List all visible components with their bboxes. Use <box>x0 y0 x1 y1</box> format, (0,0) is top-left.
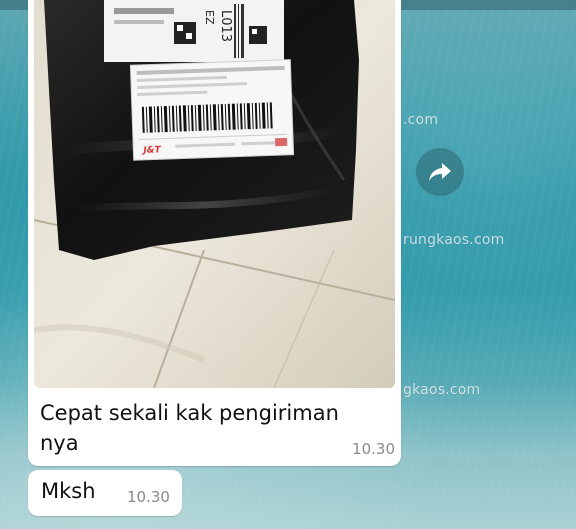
forward-share-icon <box>429 163 451 181</box>
image-message-bubble[interactable]: L013 EZ J&T Cepat sekali kak pengiriman … <box>28 0 401 466</box>
watermark-text: rungkaos.com <box>403 232 505 248</box>
watermark-text: gkaos.com <box>403 382 481 398</box>
package-photo[interactable]: L013 EZ J&T <box>34 0 395 388</box>
label-code-text: L013 <box>218 10 233 42</box>
message-timestamp: 10.30 <box>127 488 170 506</box>
message-caption: Cepat sekali kak pengiriman nya <box>40 401 339 455</box>
package-photo-illustration: L013 EZ J&T <box>34 0 395 388</box>
message-text: Mksh <box>41 479 96 503</box>
label-code-text: EZ <box>203 10 216 25</box>
forward-button[interactable] <box>416 148 464 196</box>
text-message-bubble[interactable]: Mksh 10.30 <box>28 470 182 516</box>
courier-logo-text: J&T <box>141 145 162 156</box>
message-timestamp: 10.30 <box>352 440 395 458</box>
watermark-text: .com <box>403 112 439 128</box>
